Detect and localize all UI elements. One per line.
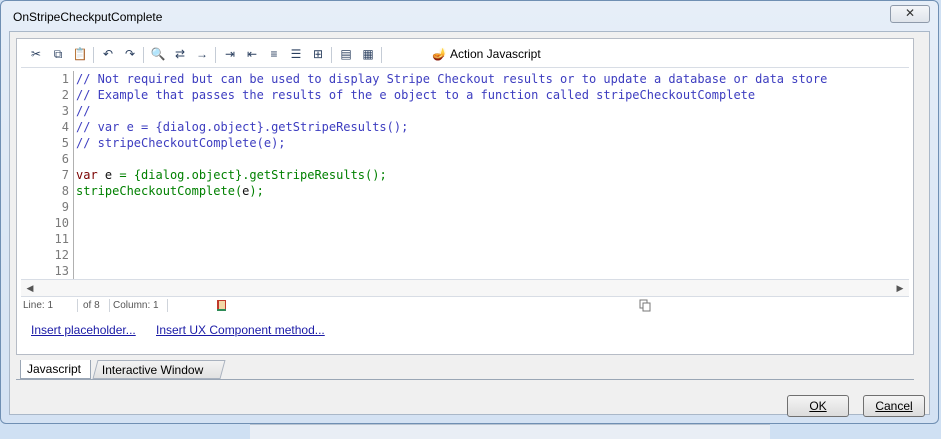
background-window-bottom	[250, 424, 770, 439]
toolbar-separator	[331, 47, 332, 63]
line-number: 5	[61, 136, 69, 150]
action-javascript-button[interactable]: 🪔 Action Javascript	[432, 45, 541, 63]
code-line: 13	[21, 263, 76, 279]
replace-icon[interactable]: ⇄	[171, 45, 189, 63]
ok-button-label: OK	[809, 399, 827, 413]
status-separator	[77, 299, 78, 312]
toolbar-separator	[215, 47, 216, 63]
line-number: 4	[61, 120, 69, 134]
insert-placeholder-link[interactable]: Insert placeholder...	[31, 323, 136, 337]
status-line-count: of 8	[83, 300, 100, 311]
line-number: 1	[61, 72, 69, 86]
cancel-button-label: Cancel	[875, 399, 913, 413]
line-number: 3	[61, 104, 69, 118]
code-line: 10	[21, 215, 76, 231]
copy-icon[interactable]: ⧉	[49, 45, 67, 63]
code-text: );	[249, 184, 264, 198]
tab-interactive-window[interactable]: Interactive Window	[92, 360, 226, 379]
insert-ux-method-link[interactable]: Insert UX Component method...	[156, 323, 325, 337]
ok-button[interactable]: OK	[787, 395, 849, 417]
tab-javascript[interactable]: Javascript	[20, 360, 91, 379]
gutter	[73, 215, 76, 231]
horizontal-scrollbar[interactable]: ◀ ▶	[21, 279, 909, 297]
code-line: 6	[21, 151, 76, 167]
code-text: stripeCheckoutComplete(	[76, 184, 243, 198]
tab-javascript-label: Javascript	[27, 362, 82, 376]
line-number: 8	[61, 184, 69, 198]
bookmark-icon[interactable]: ⊞	[309, 45, 327, 63]
line-number: 11	[54, 232, 69, 246]
editor-status-bar: Line: 1 of 8 Column: 1	[21, 297, 909, 315]
code-line: 8 stripeCheckoutComplete(e);	[21, 183, 264, 199]
code-editor-panel: ✂ ⧉ 📋 ↶ ↷ 🔍 ⇄ → ⇥ ⇤ ≡ ☰ ⊞ ▤ ▦ 🪔 Action J…	[16, 38, 914, 355]
gutter	[73, 231, 76, 247]
tab-strip-line	[16, 379, 914, 380]
format-icon[interactable]: ▦	[359, 45, 377, 63]
code-line: 3 //	[21, 103, 90, 119]
toolbar-separator	[143, 47, 144, 63]
toolbar-separator	[93, 47, 94, 63]
code-line: 5 // stripeCheckoutComplete(e);	[21, 135, 286, 151]
list-icon[interactable]: ▤	[337, 45, 355, 63]
code-line: 2 // Example that passes the results of t…	[21, 87, 755, 103]
copy-text-icon[interactable]	[639, 299, 651, 312]
line-number: 9	[61, 200, 69, 214]
cut-icon[interactable]: ✂	[27, 45, 45, 63]
action-javascript-label: Action Javascript	[449, 47, 541, 61]
window-title: OnStripeCheckputComplete	[13, 10, 163, 24]
gutter	[73, 199, 76, 215]
scroll-left-icon[interactable]: ◀	[23, 281, 37, 295]
code-text: = {dialog.object}.getStripeResults();	[119, 168, 387, 182]
editor-toolbar: ✂ ⧉ 📋 ↶ ↷ 🔍 ⇄ → ⇥ ⇤ ≡ ☰ ⊞ ▤ ▦ 🪔 Action J…	[21, 43, 909, 68]
code-line: 11	[21, 231, 76, 247]
indent-icon[interactable]: ⇥	[221, 45, 239, 63]
line-number: 7	[61, 168, 69, 182]
uncomment-icon[interactable]: ☰	[287, 45, 305, 63]
cancel-button[interactable]: Cancel	[863, 395, 925, 417]
code-line: 7 var e = {dialog.object}.getStripeResult…	[21, 167, 387, 183]
dialog-window: OnStripeCheckputComplete ✕ ✂ ⧉ 📋 ↶ ↷ 🔍 ⇄…	[0, 0, 939, 424]
code-text: // Example that passes the results of th…	[76, 88, 756, 102]
close-button[interactable]: ✕	[890, 5, 930, 23]
genie-lamp-icon: 🪔	[432, 47, 447, 61]
gutter	[73, 263, 76, 279]
outdent-icon[interactable]: ⇤	[243, 45, 261, 63]
status-separator	[167, 299, 168, 312]
gutter	[73, 247, 76, 263]
dialog-client-area: ✂ ⧉ 📋 ↶ ↷ 🔍 ⇄ → ⇥ ⇤ ≡ ☰ ⊞ ▤ ▦ 🪔 Action J…	[9, 31, 930, 417]
code-line: 12	[21, 247, 76, 263]
code-line: 4 // var e = {dialog.object}.getStripeRes…	[21, 119, 408, 135]
title-bar: OnStripeCheckputComplete ✕	[1, 1, 938, 31]
redo-icon[interactable]: ↷	[121, 45, 139, 63]
status-column: Column: 1	[113, 300, 159, 311]
line-number: 10	[54, 216, 69, 230]
code-keyword: var	[76, 168, 98, 182]
scroll-right-icon[interactable]: ▶	[893, 281, 907, 295]
gutter	[73, 151, 76, 167]
status-line: Line: 1	[23, 300, 54, 311]
line-number: 13	[54, 264, 69, 278]
tab-interactive-window-label: Interactive Window	[101, 363, 204, 377]
code-text: //	[76, 104, 91, 118]
close-icon: ✕	[904, 6, 916, 20]
code-area[interactable]: 1 // Not required but can be used to disp…	[21, 69, 906, 309]
line-number: 6	[61, 152, 69, 166]
code-text: // Not required but can be used to displ…	[76, 72, 828, 86]
book-icon[interactable]	[216, 299, 228, 312]
toolbar-separator	[381, 47, 382, 63]
paste-icon[interactable]: 📋	[71, 45, 89, 63]
status-separator	[109, 299, 110, 312]
undo-icon[interactable]: ↶	[99, 45, 117, 63]
goto-line-icon[interactable]: →	[193, 45, 211, 63]
line-number: 2	[61, 88, 69, 102]
code-text: // stripeCheckoutComplete(e);	[76, 136, 286, 150]
code-line: 1 // Not required but can be used to disp…	[21, 71, 827, 87]
line-number: 12	[54, 248, 69, 262]
code-identifier: e	[97, 168, 120, 182]
code-line: 9	[21, 199, 76, 215]
comment-icon[interactable]: ≡	[265, 45, 283, 63]
find-icon[interactable]: 🔍	[149, 45, 167, 63]
code-text: // var e = {dialog.object}.getStripeResu…	[76, 120, 409, 134]
